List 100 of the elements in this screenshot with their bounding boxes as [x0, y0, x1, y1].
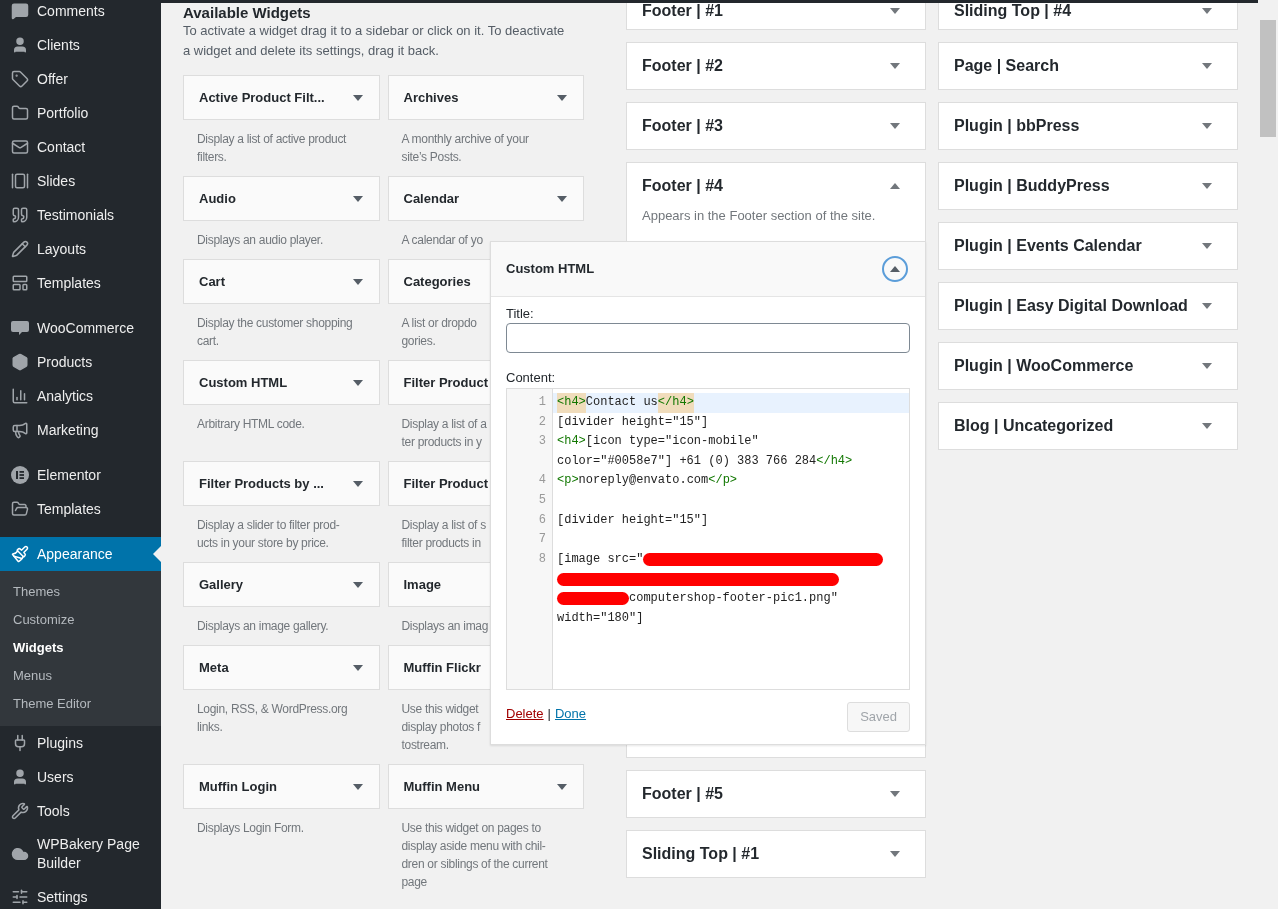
caret-down-icon: [1202, 183, 1212, 189]
widget-description: page: [401, 874, 427, 891]
widget-description: filters.: [197, 149, 227, 166]
line-number: 5: [538, 492, 546, 507]
sidebar-header[interactable]: Footer | #3: [627, 103, 925, 149]
widget-description: site’s Posts.: [401, 149, 462, 166]
code-editor[interactable]: [506, 388, 910, 690]
caret-up-icon: [890, 183, 900, 189]
sidebar-title: Sliding Top | #4: [954, 1, 1072, 21]
sidebar-header[interactable]: Page | Search: [939, 43, 1237, 89]
menu-item[interactable]: Clients: [0, 28, 161, 62]
widget-description: Arbitrary HTML code.: [197, 416, 305, 433]
submenu-item[interactable]: Customize: [0, 606, 161, 634]
sidebar-header[interactable]: Plugin | Easy Digital Download: [939, 283, 1237, 329]
comment-bubble-icon: [11, 2, 29, 20]
sidebar-header[interactable]: Sliding Top | #1: [627, 831, 925, 877]
sidebar-header[interactable]: Footer | #1: [627, 0, 925, 29]
menu-item[interactable]: Elementor: [0, 458, 161, 492]
widget-box[interactable]: Archives: [387, 75, 584, 120]
sidebar-header[interactable]: Plugin | BuddyPress: [939, 163, 1237, 209]
done-link[interactable]: Done: [554, 704, 587, 724]
submenu-item[interactable]: Menus: [0, 662, 161, 690]
menu-item[interactable]: Comments: [0, 0, 161, 28]
user-icon: [11, 768, 29, 786]
widget-box[interactable]: Meta: [183, 645, 380, 690]
redaction-mark: [557, 592, 629, 606]
user-icon: [11, 36, 29, 54]
widget-title: Archives: [403, 88, 459, 107]
sidebar-header[interactable]: Footer | #2: [627, 43, 925, 89]
submenu-item[interactable]: Widgets: [0, 634, 161, 662]
menu-item[interactable]: Layouts: [0, 232, 161, 266]
submenu-item[interactable]: Themes: [0, 578, 161, 606]
widget-description: A monthly archive of your: [401, 131, 529, 148]
menu-item[interactable]: Users: [0, 760, 161, 794]
sidebar-header[interactable]: Plugin | bbPress: [939, 103, 1237, 149]
menu-item[interactable]: Settings: [0, 880, 161, 909]
widget-description: cart.: [197, 333, 219, 350]
speech-bubble-icon: [10, 320, 30, 336]
line-number: 7: [538, 532, 546, 547]
widget-box[interactable]: Cart: [183, 259, 380, 304]
widget-box[interactable]: Muffin Login: [183, 764, 380, 809]
menu-item[interactable]: WooCommerce: [0, 311, 161, 345]
widget-box[interactable]: Muffin Menu: [387, 764, 584, 809]
menu-item[interactable]: Offer: [0, 62, 161, 96]
sidebar-header[interactable]: Blog | Uncategorized: [939, 403, 1237, 449]
widget-box[interactable]: Custom HTML: [183, 360, 380, 405]
slides-icon: [11, 172, 29, 190]
megaphone-icon: [11, 421, 29, 439]
widget-description: Display a list of active product: [197, 131, 347, 148]
sidebar-title: Blog | Uncategorized: [954, 416, 1114, 436]
caret-down-icon: [890, 791, 900, 797]
widget-box[interactable]: Active Product Filt...: [183, 75, 380, 120]
code-text: [divider height="15"]: [557, 413, 709, 431]
menu-item[interactable]: Marketing: [0, 413, 161, 447]
menu-item[interactable]: Plugins: [0, 726, 161, 760]
menu-item[interactable]: Templates: [0, 492, 161, 526]
collapse-toggle[interactable]: [882, 256, 908, 282]
widget-description: tostream.: [401, 737, 449, 754]
widget-header[interactable]: Custom HTML: [491, 242, 925, 297]
widget-description: Display a list of a: [401, 416, 487, 433]
folder-icon: [11, 104, 29, 122]
widget-title: Meta: [199, 658, 229, 677]
sidebar-header[interactable]: Footer | #5: [627, 771, 925, 817]
widget-box[interactable]: Filter Products by ...: [183, 461, 380, 506]
sidebar-header[interactable]: Plugin | Events Calendar: [939, 223, 1237, 269]
line-number: 6: [538, 512, 546, 527]
widget-box[interactable]: Audio: [183, 176, 380, 221]
widget-description: dren or siblings of the current: [401, 856, 548, 873]
instructions-text: To activate a widget drag it to a sidebar or click on it. To deactivate a widget and delete its settings, drag it back.: [183, 22, 566, 60]
menu-item[interactable]: Testimonials: [0, 198, 161, 232]
sidebar-title: Footer | #3: [642, 116, 723, 136]
menu-item[interactable]: Products: [0, 345, 161, 379]
menu-item[interactable]: Contact: [0, 130, 161, 164]
sidebar-header[interactable]: Plugin | WooCommerce: [939, 343, 1237, 389]
field-label: Content:: [506, 369, 557, 387]
code-tag: </p>: [708, 471, 738, 491]
widget-title: Muffin Flickr: [403, 658, 481, 677]
cloud-icon: [11, 845, 29, 863]
sidebar-header[interactable]: Sliding Top | #4: [939, 0, 1237, 29]
menu-item[interactable]: Slides: [0, 164, 161, 198]
caret-down-icon: [1202, 123, 1212, 129]
sidebar-title: Footer | #2: [642, 56, 723, 76]
widget-box[interactable]: Calendar: [387, 176, 584, 221]
title-field[interactable]: [506, 323, 910, 353]
menu-item[interactable]: Portfolio: [0, 96, 161, 130]
folder-open-icon: [11, 500, 29, 518]
menu-item[interactable]: Tools: [0, 794, 161, 828]
menu-item[interactable]: Templates: [0, 266, 161, 300]
submenu-item[interactable]: Theme Editor: [0, 690, 161, 718]
widget-description: A calendar of yo: [401, 232, 483, 249]
menu-item[interactable]: Analytics: [0, 379, 161, 413]
widget-box[interactable]: Gallery: [183, 562, 380, 607]
scrollbar-thumb[interactable]: [1260, 20, 1276, 137]
menu-item[interactable]: WPBakery Page Builder: [0, 828, 161, 880]
widget-description: links.: [197, 719, 223, 736]
code-text: width="180"]: [557, 609, 644, 627]
sidebar-header[interactable]: Footer | #4: [627, 163, 925, 209]
menu-item[interactable]: Appearance: [0, 537, 161, 571]
delete-link[interactable]: Delete: [506, 704, 544, 724]
link-separator: |: [547, 705, 551, 723]
